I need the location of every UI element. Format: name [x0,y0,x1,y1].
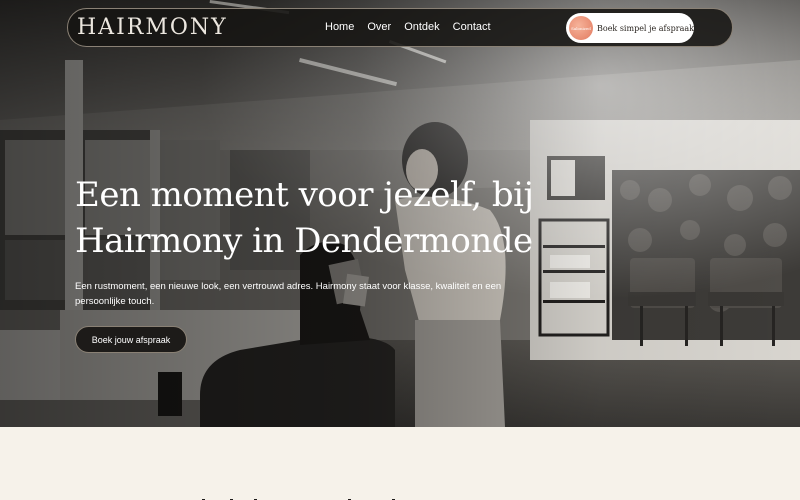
next-section-heading-peek [180,488,410,500]
nav-link-ontdek[interactable]: Ontdek [404,20,439,34]
hero-description: Een rustmoment, een nieuwe look, een ver… [75,281,502,307]
hero-title: Een moment voor jezelf, bij Hairmony in … [75,172,555,264]
nav-link-over[interactable]: Over [367,20,391,34]
nav-links: Home Over Ontdek Contact [325,20,491,34]
booking-button-label: Boek simpel je afspraak [597,23,694,33]
book-appointment-button[interactable]: Boek jouw afspraak [75,326,187,353]
hero-title-line-2: Hairmony in Dendermonde [75,221,533,261]
nav-link-home[interactable]: Home [325,20,354,34]
salonized-booking-button[interactable]: Salonized Boek simpel je afspraak [566,13,694,43]
nav-link-contact[interactable]: Contact [453,20,491,34]
main-navbar: HAIRMONY Home Over Ontdek Contact Saloni… [67,8,733,47]
salonized-badge-icon: Salonized [569,16,593,40]
hero-section: Een moment voor jezelf, bij Hairmony in … [0,0,800,427]
site-logo[interactable]: HAIRMONY [77,15,228,41]
hero-title-line-1: Een moment voor jezelf, bij [75,175,534,215]
